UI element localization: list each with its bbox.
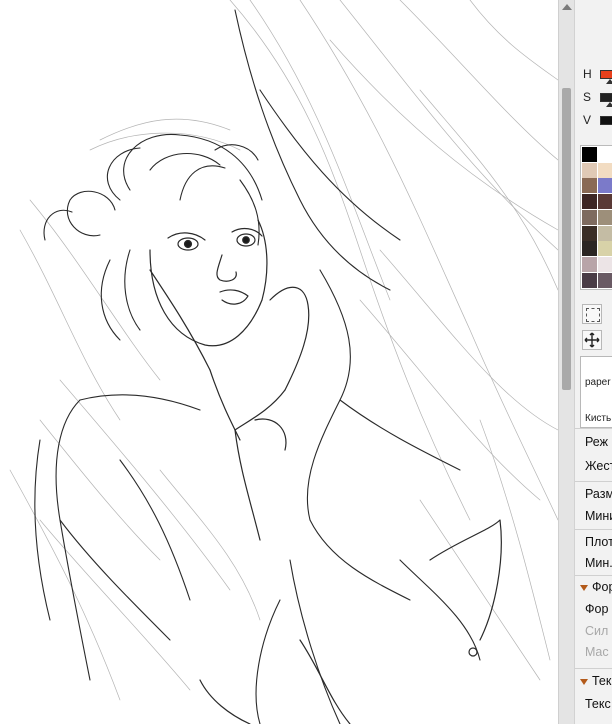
hue-marker-icon[interactable] [606,79,612,84]
brush-name: paper [585,377,611,388]
divider [575,529,612,530]
color-swatch[interactable] [582,178,597,194]
density-setting[interactable]: Плот [585,535,612,549]
sketch-artwork [9,0,558,724]
value-label: V [583,113,592,127]
divider [575,481,612,482]
tool-properties-panel: H S V paper Кисть Реж Жест Разме Мини Пл… [574,0,612,724]
texture-section-title: Тек [592,674,612,688]
saturation-marker-icon[interactable] [606,102,612,107]
vertical-scrollbar[interactable] [558,0,574,724]
texture-section-header[interactable]: Тек [580,674,611,688]
color-swatch[interactable] [598,162,612,178]
form-section-title: Фор [592,580,612,594]
color-palette [580,145,612,290]
divider [575,428,612,429]
gesture-setting[interactable]: Жест [585,459,612,473]
brush-preset-box[interactable]: paper Кисть [580,356,612,428]
color-swatch[interactable] [582,194,597,210]
scrollbar-thumb[interactable] [562,88,571,390]
value-bar[interactable] [600,116,612,125]
scroll-up-arrow-icon[interactable] [562,4,572,10]
color-swatch[interactable] [582,209,597,225]
brush-label: Кисть [585,413,612,424]
color-swatch[interactable] [598,194,612,210]
color-swatch[interactable] [598,272,612,288]
color-swatch[interactable] [582,256,597,272]
strength-setting: Сил [585,624,609,638]
mode-setting[interactable]: Реж [585,435,608,449]
color-swatch[interactable] [598,225,612,241]
color-swatch[interactable] [598,147,612,162]
selection-tool-icon[interactable] [582,304,602,324]
color-swatch[interactable] [582,162,597,178]
collapse-arrow-icon[interactable] [580,584,588,591]
hue-bar[interactable] [600,70,612,79]
scale-setting: Mac [585,645,609,659]
color-swatch[interactable] [582,241,597,257]
color-swatch[interactable] [582,272,597,288]
drawing-canvas[interactable] [0,0,558,724]
form-section-header[interactable]: Фор [580,580,612,594]
move-tool-icon[interactable] [582,330,602,350]
color-swatch[interactable] [598,256,612,272]
divider [575,668,612,669]
min-size-setting[interactable]: Мини [585,509,612,523]
form-setting[interactable]: Фор [585,602,608,616]
color-swatch[interactable] [598,241,612,257]
texture-setting[interactable]: Текс [585,697,611,711]
divider [575,575,612,576]
color-swatch[interactable] [582,225,597,241]
saturation-label: S [583,90,592,104]
hue-label: H [583,67,592,81]
color-swatch[interactable] [598,178,612,194]
collapse-arrow-icon[interactable] [580,678,588,685]
saturation-bar[interactable] [600,93,612,102]
color-swatch[interactable] [598,209,612,225]
color-swatch[interactable] [582,147,597,162]
min-density-setting[interactable]: Мин. [585,556,612,570]
size-setting[interactable]: Разме [585,487,612,501]
